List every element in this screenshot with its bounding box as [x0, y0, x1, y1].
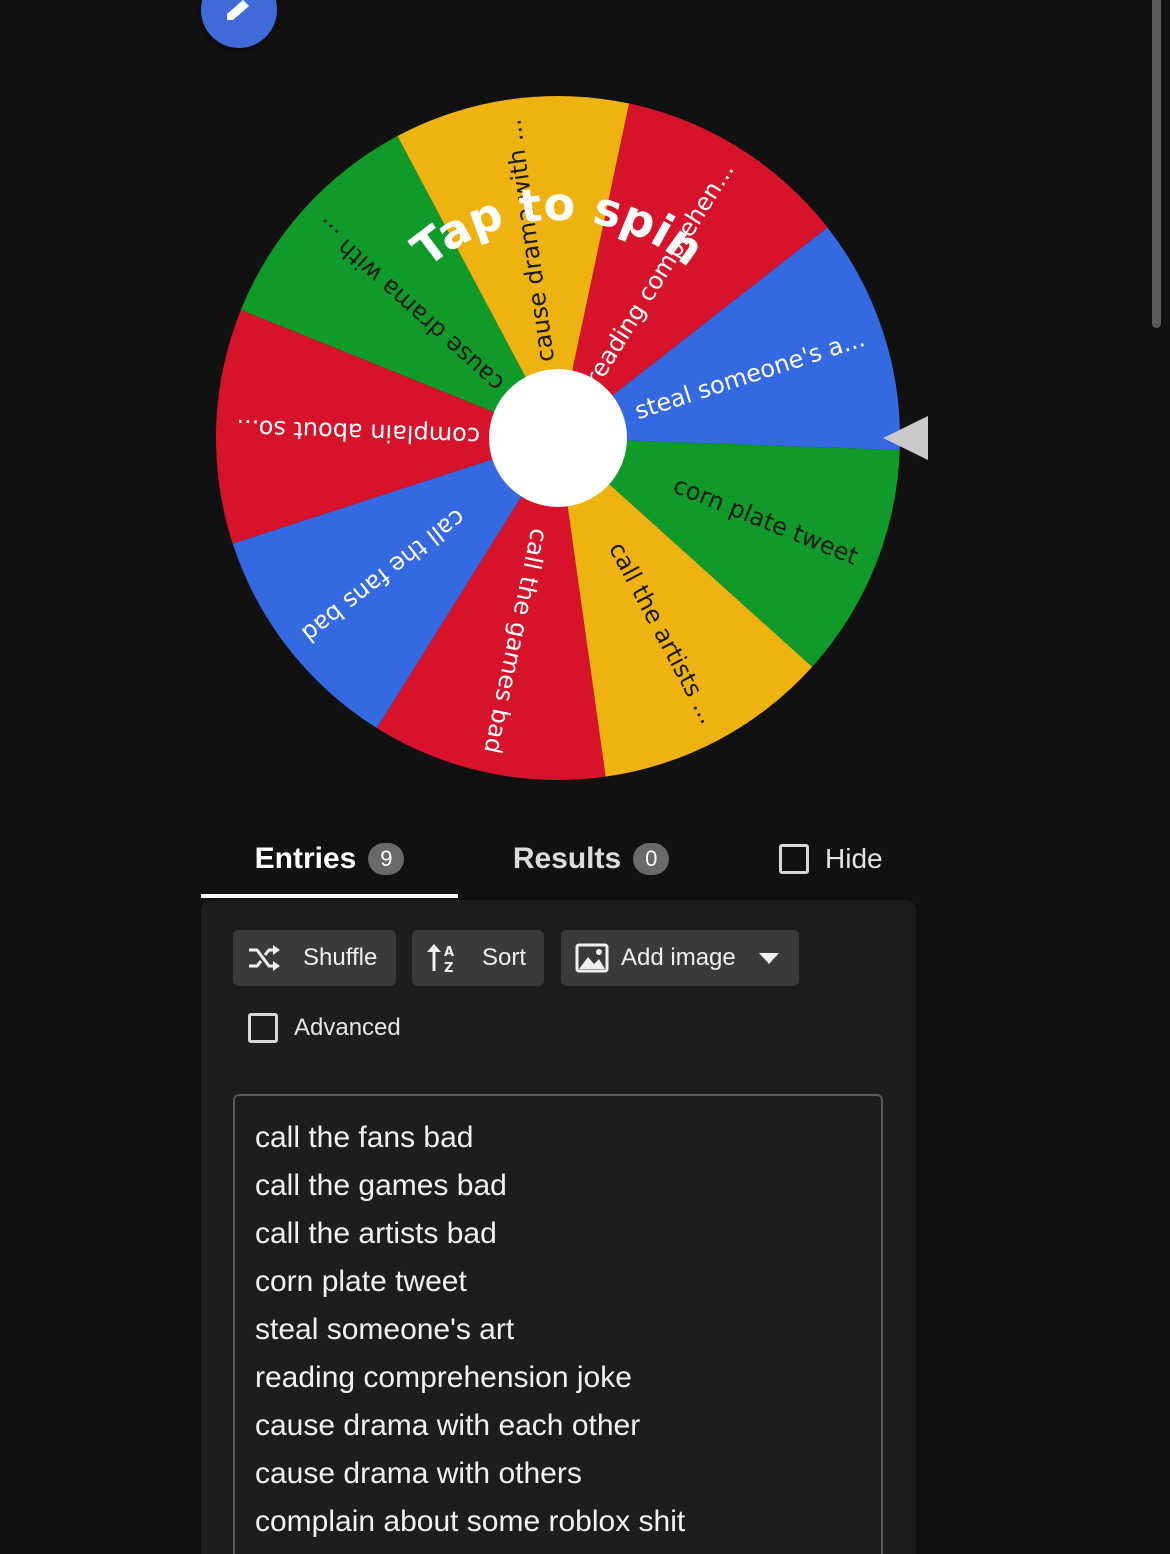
hide-label: Hide: [825, 843, 883, 874]
entry-line: cause drama with each other: [255, 1409, 641, 1442]
spin-wheel[interactable]: corn plate tweetcall the artists ...call…: [180, 60, 940, 820]
tab-results-label: Results: [512, 842, 622, 875]
svg-text:A: A: [444, 945, 454, 960]
entry-line: corn plate tweet: [255, 1265, 467, 1298]
app-root: corn plate tweet call the artists ... call…: [0, 0, 1170, 1554]
tab-entries[interactable]: Entries 9: [201, 820, 458, 898]
add-image-button[interactable]: Add image: [561, 930, 799, 986]
shuffle-icon: [249, 945, 280, 971]
pencil-icon: [227, 0, 249, 20]
svg-text:Z: Z: [444, 961, 453, 973]
entry-line: call the games bad: [255, 1169, 507, 1202]
entries-panel: Shuffle A Z Sort Add image Advanced call…: [201, 900, 916, 1554]
tab-entries-label: Entries: [254, 842, 357, 875]
page-scrollbar[interactable]: [1152, 0, 1161, 328]
entry-line: steal someone's art: [255, 1313, 515, 1346]
entries-count-badge: 9: [368, 843, 405, 875]
entries-textarea[interactable]: call the fans bad call the games bad cal…: [233, 1094, 883, 1554]
entries-results-tabs: Entries 9 Results 0 Hide: [201, 820, 916, 900]
sort-icon: A Z: [427, 944, 454, 973]
results-count-badge: 0: [633, 843, 670, 875]
entry-line: complain about some roblox shit: [255, 1505, 686, 1538]
entry-line: call the artists bad: [255, 1217, 497, 1250]
sort-button[interactable]: A Z Sort: [412, 930, 544, 986]
sort-label: Sort: [482, 944, 527, 971]
advanced-checkbox[interactable]: [248, 1013, 278, 1043]
wheel-hub: [489, 369, 627, 507]
entry-line: cause drama with others: [255, 1457, 582, 1490]
tab-results[interactable]: Results 0: [491, 820, 691, 898]
active-tab-indicator: [201, 894, 458, 898]
chevron-down-icon: [758, 953, 779, 964]
shuffle-label: Shuffle: [303, 944, 378, 971]
image-icon: [575, 943, 609, 973]
entry-line: reading comprehension joke: [255, 1361, 632, 1394]
hide-checkbox[interactable]: [779, 844, 809, 874]
add-image-label: Add image: [621, 944, 736, 971]
edit-button[interactable]: [201, 0, 277, 48]
hide-toggle[interactable]: Hide: [779, 820, 883, 898]
advanced-label: Advanced: [294, 1014, 401, 1041]
entry-line: call the fans bad: [255, 1121, 474, 1154]
advanced-toggle[interactable]: Advanced: [248, 1013, 401, 1043]
shuffle-button[interactable]: Shuffle: [233, 930, 396, 986]
